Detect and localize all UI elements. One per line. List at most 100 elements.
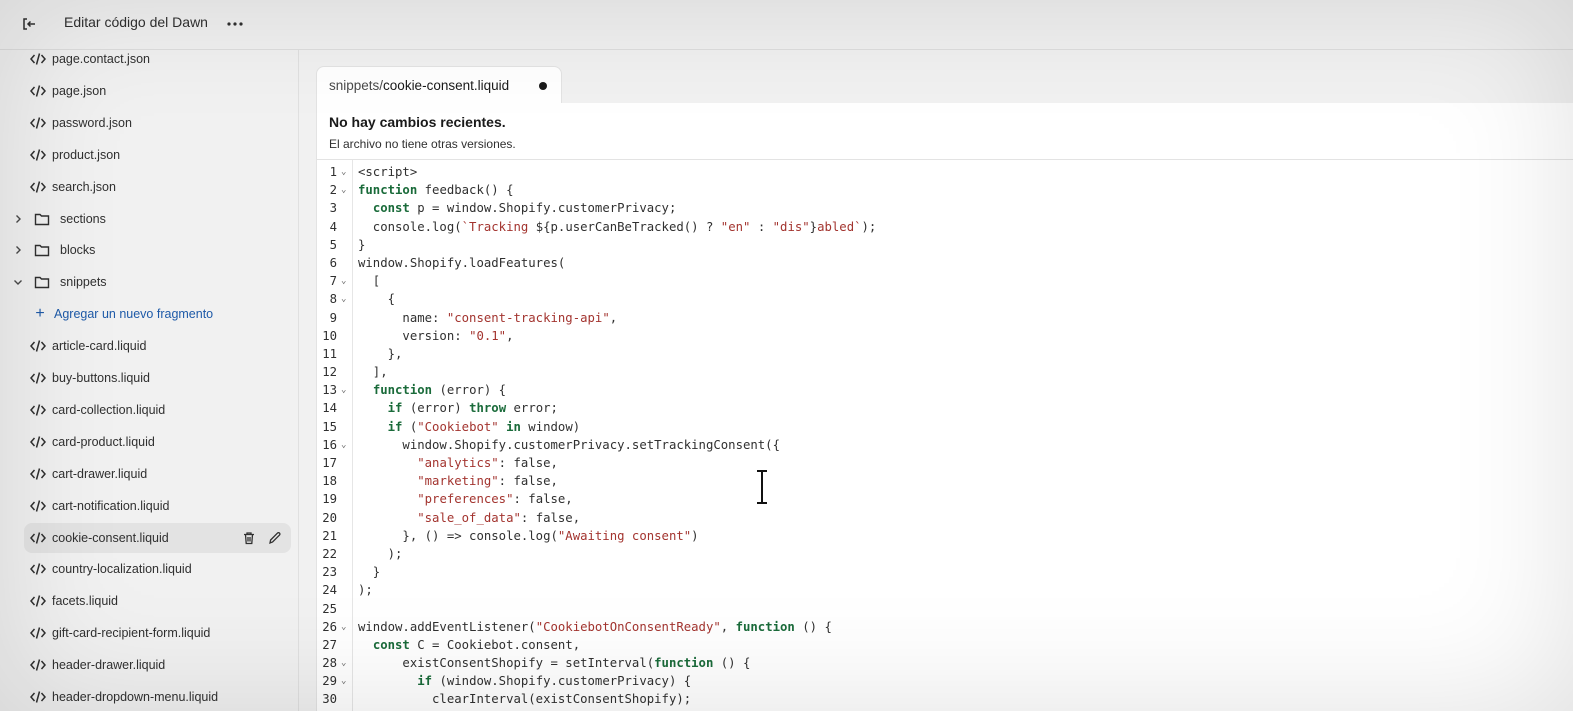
file-item-page-contact-json[interactable]: page.contact.json: [24, 50, 291, 74]
code-line[interactable]: 24);: [317, 581, 1573, 599]
code-line[interactable]: 14 if (error) throw error;: [317, 399, 1573, 417]
code-token: clearInterval(existConsentShopify);: [358, 692, 692, 707]
fold-chevron-icon[interactable]: ⌄: [341, 163, 346, 181]
tab-directory: snippets/: [329, 77, 384, 93]
file-label: header-dropdown-menu.liquid: [52, 690, 219, 704]
file-item-header-drawer-liquid[interactable]: header-drawer.liquid: [24, 650, 291, 680]
code-line[interactable]: 7 ⌄ [: [317, 272, 1573, 290]
code-editor[interactable]: No hay cambios recientes. El archivo no …: [316, 103, 1573, 711]
file-item-password-json[interactable]: password.json: [24, 108, 291, 138]
file-label: card-product.liquid: [52, 434, 155, 449]
plus-icon: +: [35, 305, 45, 323]
file-item-header-dropdown-menu-liquid[interactable]: header-dropdown-menu.liquid: [24, 682, 291, 711]
code-file-icon: [24, 531, 52, 544]
line-number: 19: [322, 492, 337, 507]
file-item-cookie-consent-liquid[interactable]: cookie-consent.liquid: [24, 522, 291, 553]
line-number: 11: [322, 346, 337, 361]
code-line[interactable]: 4 console.log(`Tracking ${p.userCanBeTra…: [317, 218, 1573, 236]
chevron-right-icon[interactable]: [8, 214, 28, 224]
editor-area: snippets/cookie-consent.liquid No hay ca…: [299, 50, 1573, 711]
tab-cookie-consent[interactable]: snippets/cookie-consent.liquid: [316, 66, 562, 103]
chevron-down-icon[interactable]: [8, 277, 28, 287]
line-number: 6: [329, 255, 337, 270]
code-line[interactable]: 17 "analytics": false,: [317, 454, 1573, 472]
fold-chevron-icon[interactable]: ⌄: [341, 654, 346, 672]
code-line[interactable]: 20 "sale_of_data": false,: [317, 509, 1573, 527]
code-token: (error): [402, 401, 470, 416]
file-item-cart-drawer-liquid[interactable]: cart-drawer.liquid: [24, 459, 291, 489]
code-token: );: [861, 219, 877, 234]
code-line[interactable]: 19 "preferences": false,: [317, 490, 1573, 508]
fold-chevron-icon[interactable]: ⌄: [341, 436, 346, 454]
file-item-search-json[interactable]: search.json: [24, 172, 291, 202]
file-item-card-product-liquid[interactable]: card-product.liquid: [24, 427, 291, 457]
code-line[interactable]: 5}: [317, 236, 1573, 254]
code-line[interactable]: 9 name: "consent-tracking-api",: [317, 309, 1573, 327]
code-token: (error) {: [432, 383, 507, 398]
file-label: article-card.liquid: [52, 339, 147, 354]
code-line[interactable]: 10 version: "0.1",: [317, 327, 1573, 345]
line-number: 26: [322, 619, 337, 634]
folder-snippets[interactable]: snippets: [8, 267, 291, 297]
code-token: : false,: [520, 510, 581, 525]
code-line[interactable]: 27 const C = Cookiebot.consent,: [317, 636, 1573, 654]
file-item-page-json[interactable]: page.json: [24, 76, 291, 106]
notice-subtitle: El archivo no tiene otras versiones.: [329, 137, 516, 151]
code-line[interactable]: 16 ⌄ window.Shopify.customerPrivacy.setTr…: [317, 436, 1573, 454]
folder-blocks[interactable]: blocks: [8, 235, 291, 265]
top-bar: Editar código del Dawn: [0, 0, 1573, 50]
code-line[interactable]: 28 ⌄ existConsentShopify = setInterval(fu…: [317, 654, 1573, 672]
file-item-product-json[interactable]: product.json: [24, 140, 291, 170]
code-line[interactable]: 23 }: [317, 563, 1573, 581]
code-line[interactable]: 2 ⌄ function feedback() {: [317, 181, 1573, 199]
string-token: "preferences": [417, 492, 514, 507]
code-line[interactable]: 8 ⌄ {: [317, 290, 1573, 308]
ellipsis-icon[interactable]: [222, 11, 248, 37]
fold-chevron-icon[interactable]: ⌄: [341, 272, 346, 290]
code-line[interactable]: 13 ⌄ function (error) {: [317, 381, 1573, 399]
folder-sections[interactable]: sections: [8, 204, 291, 234]
code-line[interactable]: 29 ⌄ if (window.Shopify.customerPrivacy) …: [317, 672, 1573, 690]
code-content[interactable]: 1 ⌄ <script> 2 ⌄ function feedback() {3 const…: [317, 163, 1573, 709]
file-item-card-collection-liquid[interactable]: card-collection.liquid: [24, 395, 291, 425]
file-item-cart-notification-liquid[interactable]: cart-notification.liquid: [24, 491, 291, 521]
fold-chevron-icon[interactable]: ⌄: [341, 181, 346, 199]
file-label: cookie-consent.liquid: [52, 530, 169, 545]
fold-chevron-icon[interactable]: ⌄: [341, 618, 346, 636]
code-file-icon: [24, 499, 52, 512]
code-line[interactable]: 6 window.Shopify.loadFeatures(: [317, 254, 1573, 272]
file-item-gift-card-recipient-form-liquid[interactable]: gift-card-recipient-form.liquid: [24, 618, 291, 648]
trash-icon[interactable]: [241, 530, 257, 546]
code-line[interactable]: 18 "marketing": false,: [317, 472, 1573, 490]
code-line[interactable]: 22 );: [317, 545, 1573, 563]
pencil-icon[interactable]: [267, 530, 283, 546]
code-line[interactable]: 12 ],: [317, 363, 1573, 381]
file-item-facets-liquid[interactable]: facets.liquid: [24, 586, 291, 616]
file-item-buy-buttons-liquid[interactable]: buy-buttons.liquid: [24, 363, 291, 393]
file-item-country-localization-liquid[interactable]: country-localization.liquid: [24, 554, 291, 584]
code-text: const p = window.Shopify.customerPrivacy…: [358, 199, 677, 217]
code-line[interactable]: 30 clearInterval(existConsentShopify);: [317, 690, 1573, 708]
code-line[interactable]: 25: [317, 600, 1573, 618]
fold-chevron-icon[interactable]: ⌄: [341, 381, 346, 399]
code-line[interactable]: 26 ⌄ window.addEventListener("CookiebotOnC…: [317, 618, 1573, 636]
code-text: clearInterval(existConsentShopify);: [358, 690, 691, 708]
chevron-right-icon[interactable]: [8, 245, 28, 255]
code-line[interactable]: 1 ⌄ <script>: [317, 163, 1573, 181]
code-line[interactable]: 3 const p = window.Shopify.customerPriva…: [317, 199, 1573, 217]
string-token: "sale_of_data": [417, 510, 521, 525]
line-number: 27: [322, 637, 337, 652]
code-token: window.addEventListener(: [358, 619, 536, 634]
code-line[interactable]: 21 }, () => console.log("Awaiting consen…: [317, 527, 1573, 545]
fold-chevron-icon[interactable]: ⌄: [341, 672, 346, 690]
code-line[interactable]: 15 if ("Cookiebot" in window): [317, 418, 1573, 436]
file-item-article-card-liquid[interactable]: article-card.liquid: [24, 331, 291, 361]
code-token: ,: [720, 619, 736, 634]
fold-chevron-icon[interactable]: ⌄: [341, 290, 346, 308]
line-number: 1: [329, 165, 337, 179]
code-line[interactable]: 11 },: [317, 345, 1573, 363]
add-snippet-button[interactable]: + Agregar un nuevo fragmento: [24, 299, 291, 329]
exit-icon[interactable]: [16, 11, 42, 37]
string-token: "Cookiebot": [417, 419, 499, 434]
